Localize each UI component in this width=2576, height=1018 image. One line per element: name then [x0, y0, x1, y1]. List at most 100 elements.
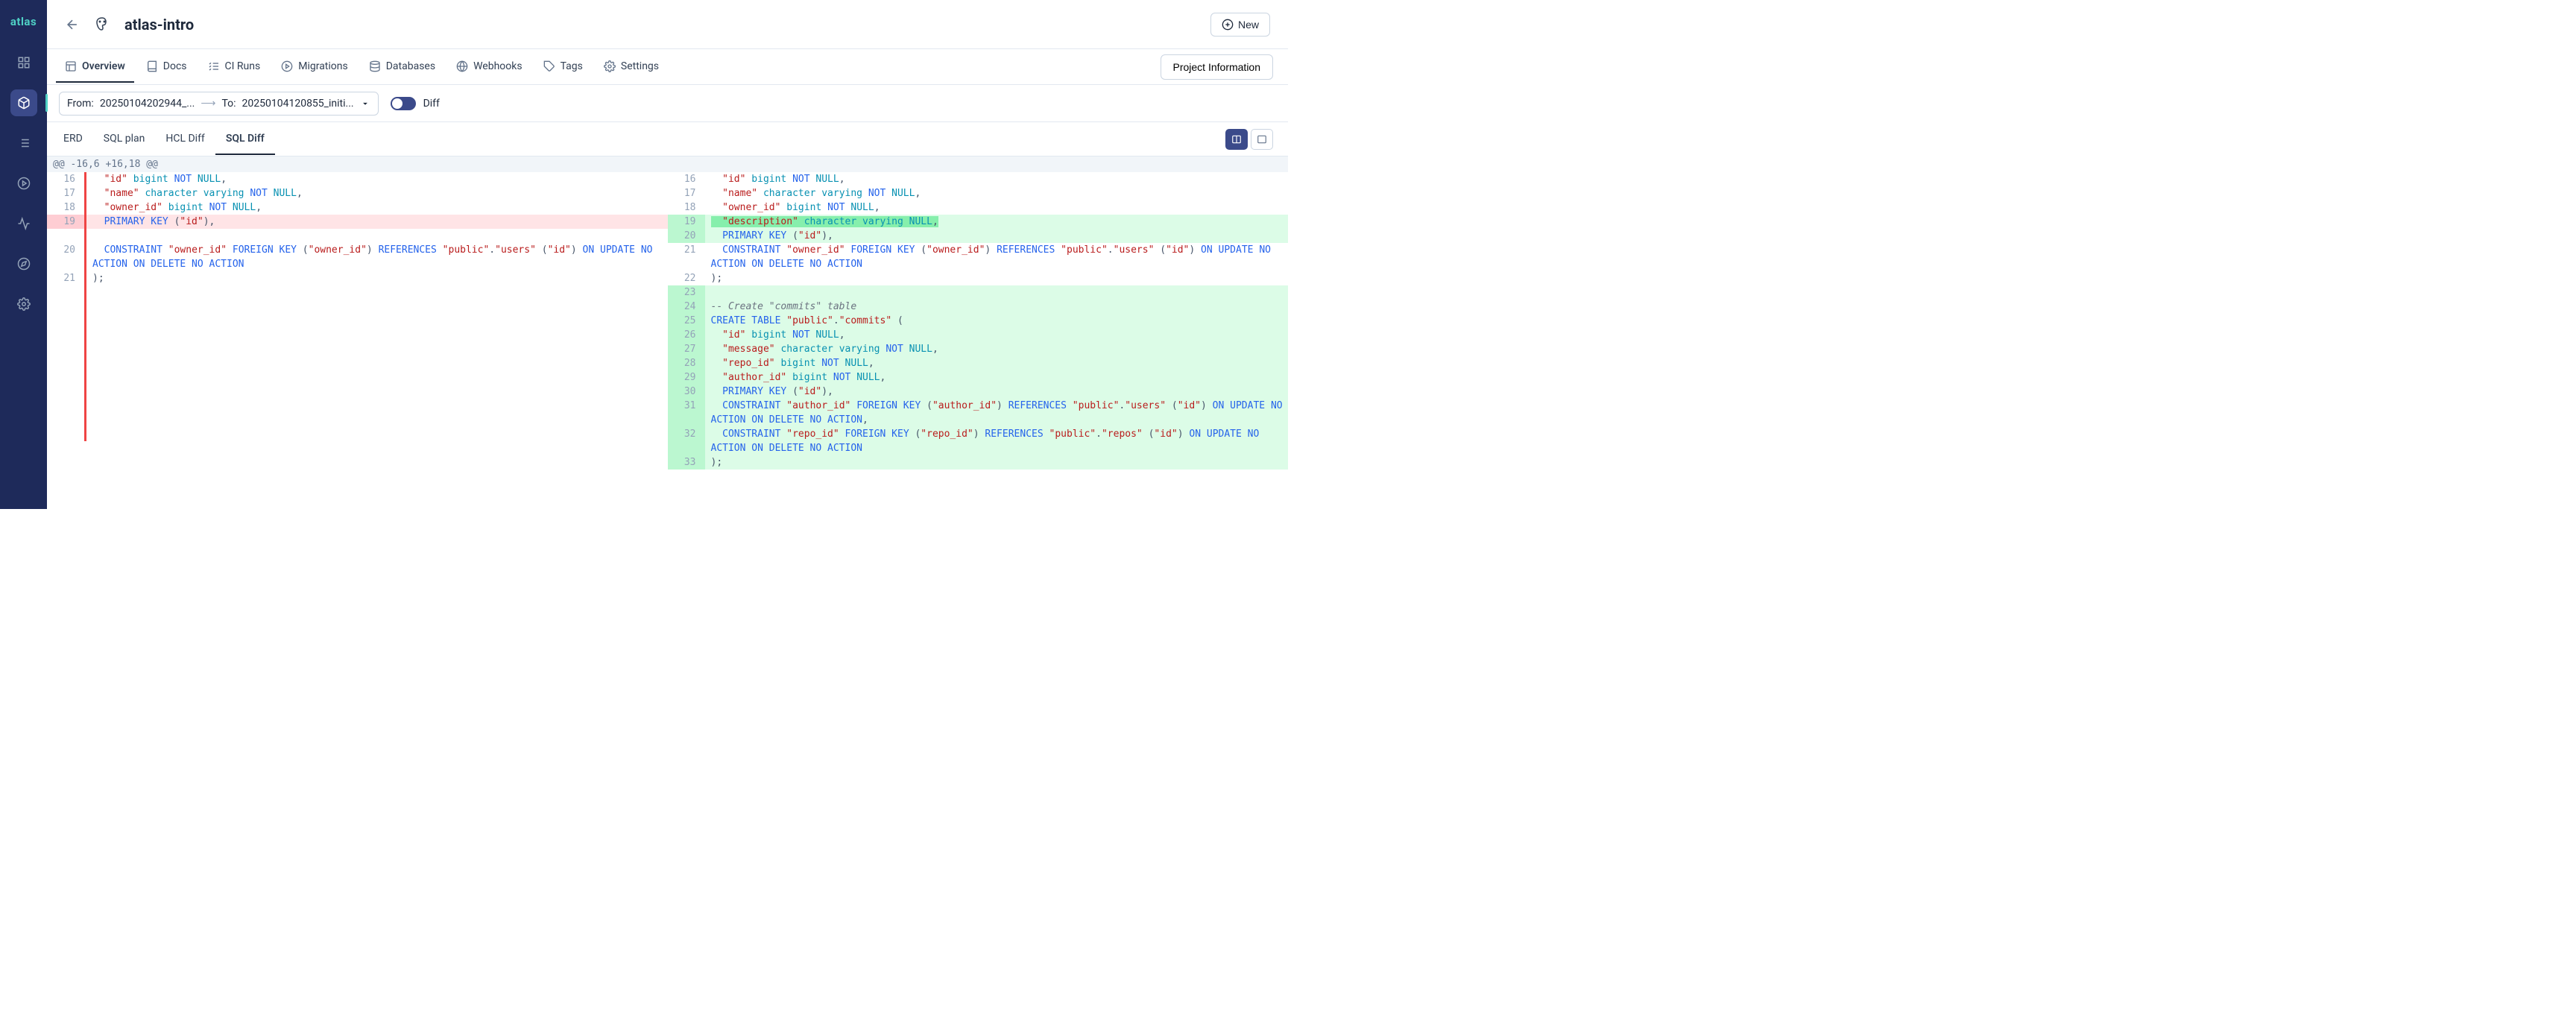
sidebar-play-icon[interactable]	[10, 170, 37, 197]
subtabs-row: ERDSQL planHCL DiffSQL Diff	[47, 122, 1288, 157]
tab-ciruns[interactable]: CI Runs	[199, 51, 270, 83]
line-content: "name" character varying NOT NULL,	[86, 186, 668, 200]
globe-icon	[456, 60, 468, 72]
chevron-down-icon	[360, 98, 370, 109]
tab-docs[interactable]: Docs	[137, 51, 196, 83]
project-info-button[interactable]: Project Information	[1161, 54, 1274, 80]
line-content: );	[705, 271, 1289, 285]
gear-icon	[604, 60, 616, 72]
line-content: "owner_id" bigint NOT NULL,	[705, 200, 1289, 215]
line-content	[86, 328, 668, 342]
line-number: 23	[668, 285, 705, 300]
split-view-toggle[interactable]	[1225, 129, 1248, 150]
tab-settings[interactable]: Settings	[595, 51, 668, 83]
line-content: PRIMARY KEY ("id"),	[705, 229, 1289, 243]
line-content: "repo_id" bigint NOT NULL,	[705, 356, 1289, 370]
line-number	[47, 300, 84, 314]
line-content: PRIMARY KEY ("id"),	[86, 215, 668, 229]
unified-view-toggle[interactable]	[1251, 129, 1273, 150]
diff-line-empty	[47, 328, 668, 342]
line-number: 22	[668, 271, 705, 285]
diff-line: 18 "owner_id" bigint NOT NULL,	[668, 200, 1289, 215]
tabs-row: Overview DocsCI Runs Migrations Databases We…	[47, 49, 1288, 85]
sidebar-list-icon[interactable]	[10, 130, 37, 157]
sidebar-compass-icon[interactable]	[10, 250, 37, 277]
tab-label: Migrations	[298, 60, 348, 72]
line-number	[47, 399, 84, 413]
tab-tags[interactable]: Tags	[534, 51, 592, 83]
diff-line: 22);	[668, 271, 1289, 285]
tab-label: Webhooks	[473, 60, 523, 72]
tab-overview[interactable]: Overview	[56, 51, 134, 83]
back-arrow-icon[interactable]	[65, 17, 80, 32]
hunk-header: @@ -16,6 +16,18 @@	[47, 157, 1288, 172]
line-content: "description" character varying NULL,	[705, 215, 1289, 229]
from-value: 20250104202944_...	[100, 98, 195, 110]
line-number: 30	[668, 385, 705, 399]
line-content: "message" character varying NOT NULL,	[705, 342, 1289, 356]
line-content: "owner_id" bigint NOT NULL,	[86, 200, 668, 215]
tab-label: Overview	[82, 60, 125, 72]
diff-line: 19 "description" character varying NULL,	[668, 215, 1289, 229]
line-number	[47, 285, 84, 300]
database-icon	[369, 60, 381, 72]
sidebar-dashboard-icon[interactable]	[10, 49, 37, 76]
diff-line: 23	[668, 285, 1289, 300]
diff-line: 16 "id" bigint NOT NULL,	[668, 172, 1289, 186]
tab-migrations[interactable]: Migrations	[272, 51, 357, 83]
diff-toggle-group: Diff	[391, 97, 440, 110]
line-number: 26	[668, 328, 705, 342]
arrow-right-icon: ⟶	[201, 98, 215, 110]
line-number: 16	[47, 172, 84, 186]
line-content: CONSTRAINT "owner_id" FOREIGN KEY ("owne…	[86, 243, 668, 271]
sidebar-settings-icon[interactable]	[10, 291, 37, 317]
diff-line-empty	[47, 342, 668, 356]
line-number: 17	[47, 186, 84, 200]
line-content: -- Create "commits" table	[705, 300, 1289, 314]
line-content: );	[86, 271, 668, 285]
from-label: From:	[67, 98, 94, 110]
main-content: atlas-intro New OverviewDocsCI RunsMigra…	[47, 0, 1288, 509]
line-content	[86, 314, 668, 328]
line-number: 31	[668, 399, 705, 427]
subtab-sqlplan[interactable]: SQL plan	[93, 124, 156, 155]
diff-toggle-switch[interactable]	[391, 97, 416, 110]
line-number: 21	[668, 243, 705, 271]
play-circle-icon	[281, 60, 293, 72]
brand-logo: atlas	[10, 9, 37, 36]
subtab-erd[interactable]: ERD	[53, 124, 93, 155]
line-content: "name" character varying NOT NULL,	[705, 186, 1289, 200]
line-number	[47, 328, 84, 342]
tab-databases[interactable]: Databases	[360, 51, 444, 83]
tab-webhooks[interactable]: Webhooks	[447, 51, 531, 83]
diff-line: 16 "id" bigint NOT NULL,	[47, 172, 668, 186]
line-number: 19	[47, 215, 84, 229]
sidebar-box-icon[interactable]	[10, 89, 37, 116]
line-content: CONSTRAINT "repo_id" FOREIGN KEY ("repo_…	[705, 427, 1289, 455]
subtab-hcldiff[interactable]: HCL Diff	[155, 124, 215, 155]
sidebar: atlas	[0, 0, 47, 509]
to-value: 20250104120855_initi...	[242, 98, 354, 110]
new-button-label: New	[1238, 19, 1259, 31]
line-content	[86, 427, 668, 441]
subtab-sqldiff[interactable]: SQL Diff	[215, 124, 275, 155]
line-number: 17	[668, 186, 705, 200]
diff-line: 20 PRIMARY KEY ("id"),	[668, 229, 1289, 243]
line-number	[47, 427, 84, 441]
diff-line-empty	[47, 427, 668, 441]
line-number: 25	[668, 314, 705, 328]
line-number: 18	[668, 200, 705, 215]
line-number: 20	[668, 229, 705, 243]
line-number: 21	[47, 271, 84, 285]
sidebar-activity-icon[interactable]	[10, 210, 37, 237]
line-number: 19	[668, 215, 705, 229]
line-content	[86, 285, 668, 300]
version-range-selector[interactable]: From: 20250104202944_... ⟶ To: 202501041…	[59, 92, 379, 116]
diff-line: 33);	[668, 455, 1289, 470]
line-content	[86, 229, 668, 243]
diff-line: 25CREATE TABLE "public"."commits" (	[668, 314, 1289, 328]
line-content: "author_id" bigint NOT NULL,	[705, 370, 1289, 385]
diff-line: 17 "name" character varying NOT NULL,	[47, 186, 668, 200]
new-button[interactable]: New	[1210, 13, 1270, 37]
tab-label: Settings	[621, 60, 659, 72]
